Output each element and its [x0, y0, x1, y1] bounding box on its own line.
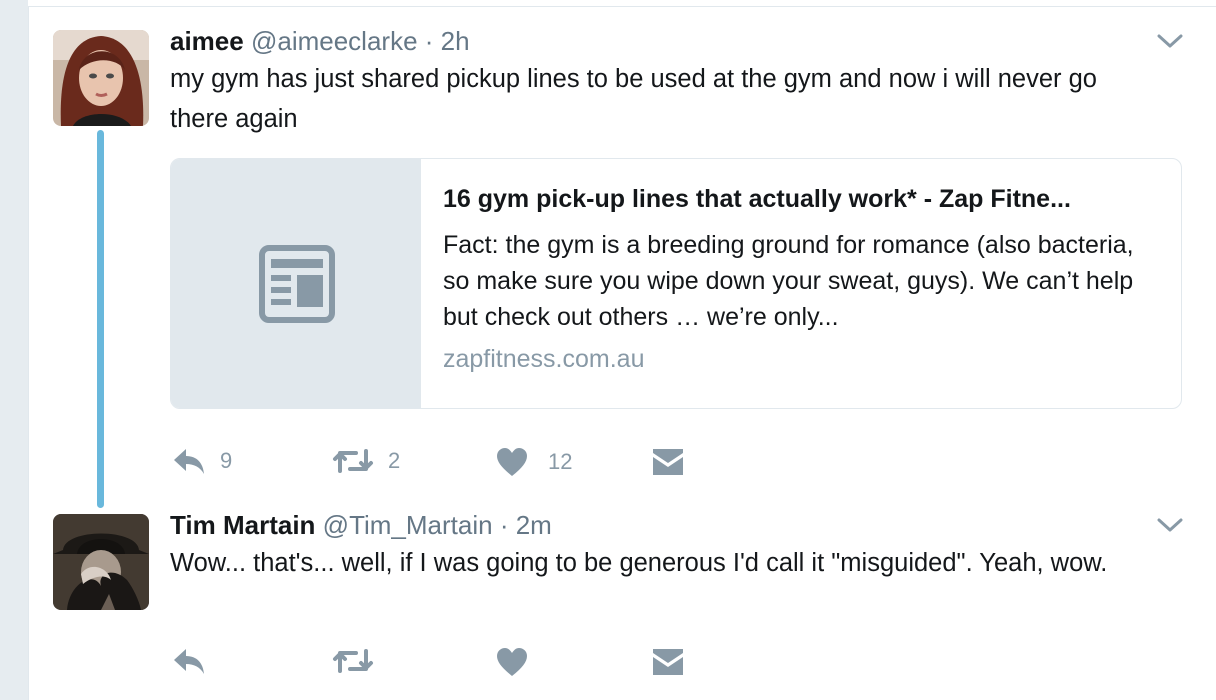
- retweet-icon: [333, 449, 373, 473]
- avatar[interactable]: [53, 30, 149, 126]
- like-button[interactable]: [496, 647, 528, 677]
- tweet-header: aimee @aimeeclarke · 2h: [170, 26, 470, 57]
- reply-button[interactable]: [172, 647, 206, 675]
- card-domain[interactable]: zapfitness.com.au: [443, 345, 645, 374]
- tweet-text: my gym has just shared pickup lines to b…: [170, 65, 1097, 133]
- direct-message-button[interactable]: [652, 648, 684, 676]
- timestamp[interactable]: · 2h: [425, 26, 470, 56]
- heart-icon: [497, 448, 527, 476]
- handle[interactable]: @aimeeclarke: [251, 26, 418, 56]
- chevron-down-icon[interactable]: [1157, 33, 1183, 49]
- reply-count: 9: [220, 448, 233, 473]
- divider: [28, 0, 1216, 7]
- card-description: Fact: the gym is a breeding ground for r…: [443, 231, 1134, 331]
- timestamp[interactable]: · 2m: [500, 510, 552, 540]
- display-name[interactable]: Tim Martain: [170, 510, 315, 540]
- card-thumbnail: [171, 159, 421, 408]
- like-button[interactable]: 12: [496, 447, 572, 477]
- reply-icon: [174, 449, 204, 474]
- article-icon: [259, 245, 335, 323]
- envelope-icon: [653, 449, 683, 475]
- card-title[interactable]: 16 gym pick-up lines that actually work*…: [443, 185, 1071, 214]
- retweet-button[interactable]: 2: [332, 447, 400, 475]
- like-count: 12: [548, 449, 573, 474]
- retweet-count: 2: [388, 448, 401, 473]
- thread-line: [97, 130, 104, 508]
- display-name[interactable]: aimee: [170, 26, 244, 56]
- handle[interactable]: @Tim_Martain: [323, 510, 493, 540]
- envelope-icon: [653, 649, 683, 675]
- retweet-button[interactable]: [332, 647, 374, 675]
- chevron-down-icon[interactable]: [1157, 517, 1183, 533]
- retweet-icon: [333, 649, 373, 673]
- avatar[interactable]: [53, 514, 149, 610]
- tweet-header: Tim Martain @Tim_Martain · 2m: [170, 510, 552, 541]
- reply-icon: [174, 649, 204, 674]
- tweet-text: Wow... that's... well, if I was going to…: [170, 549, 1108, 577]
- direct-message-button[interactable]: [652, 448, 684, 476]
- link-card[interactable]: 16 gym pick-up lines that actually work*…: [170, 158, 1182, 409]
- reply-button[interactable]: 9: [172, 447, 232, 475]
- heart-icon: [497, 648, 527, 676]
